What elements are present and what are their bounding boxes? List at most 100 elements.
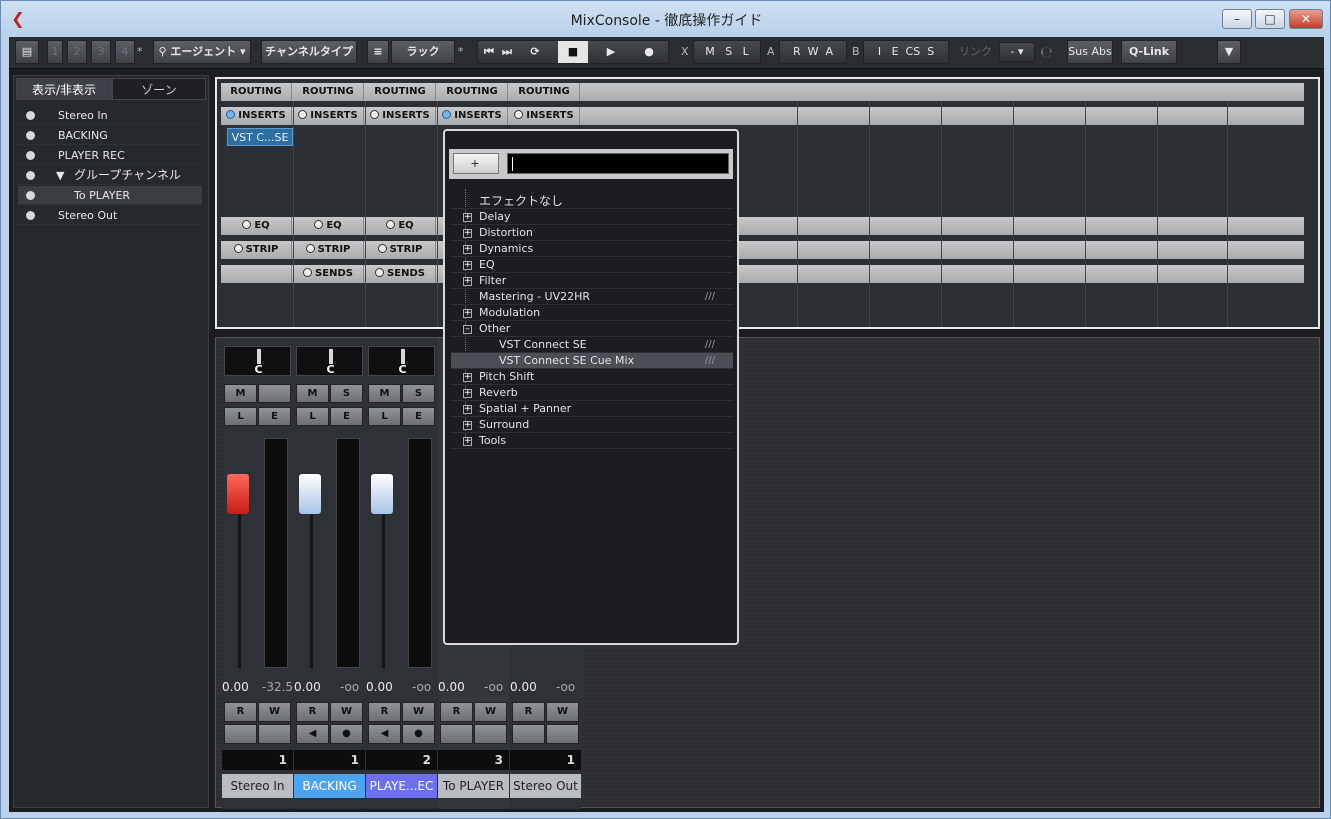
sends-toggle-icon[interactable]: [303, 267, 313, 277]
expand-plus-icon[interactable]: +: [463, 229, 472, 238]
routing-cell[interactable]: ROUTING: [509, 83, 580, 101]
mute-button[interactable]: M: [368, 384, 401, 403]
mute-all-button[interactable]: M: [705, 45, 715, 58]
inserts-toggle-icon[interactable]: [514, 109, 524, 119]
read-button[interactable]: R: [296, 702, 329, 722]
record-icon[interactable]: ●: [634, 41, 664, 63]
effect-category-item[interactable]: + Pitch Shift: [451, 369, 733, 385]
visibility-item-backing[interactable]: BACKING: [18, 126, 202, 145]
visibility-dot-icon[interactable]: [26, 151, 35, 160]
read-button[interactable]: R: [368, 702, 401, 722]
record-enable-icon[interactable]: ●: [402, 724, 435, 744]
expand-collapse-buttons[interactable]: + -: [453, 153, 499, 189]
meter-peak-value[interactable]: -oo: [340, 678, 359, 696]
fader-value[interactable]: 0.00: [294, 678, 321, 696]
inserts-cell[interactable]: INSERTS: [365, 107, 436, 125]
routing-cell[interactable]: ROUTING: [293, 83, 364, 101]
fader-handle[interactable]: [371, 474, 393, 514]
link-e-icon[interactable]: ℮: [1040, 40, 1053, 64]
inserts-active-icon[interactable]: [442, 109, 452, 119]
expand-plus-icon[interactable]: +: [463, 245, 472, 254]
page-2-button[interactable]: 2: [67, 40, 87, 64]
effect-category-item[interactable]: + EQ: [451, 257, 733, 273]
rack-button[interactable]: ラック: [391, 40, 455, 64]
page-3-button[interactable]: 3: [91, 40, 111, 64]
mute-button[interactable]: M: [296, 384, 329, 403]
inserts-active-icon[interactable]: [226, 109, 236, 119]
write-button[interactable]: W: [402, 702, 435, 722]
eq-cell[interactable]: EQ: [365, 217, 436, 235]
expand-plus-icon[interactable]: +: [463, 421, 472, 430]
mute-button[interactable]: M: [224, 384, 257, 403]
record-enable-icon[interactable]: ●: [330, 724, 363, 744]
channel-type-button[interactable]: チャンネルタイプ: [261, 40, 357, 64]
expand-plus-icon[interactable]: +: [463, 213, 472, 222]
routing-cell[interactable]: ROUTING: [437, 83, 508, 101]
insert-slot-vst-connect[interactable]: VST C...SE: [227, 128, 293, 146]
rack-menu-icon[interactable]: ≡: [367, 40, 389, 64]
more-dropdown-icon[interactable]: ▼: [1217, 40, 1241, 64]
sends-cell[interactable]: SENDS: [365, 265, 436, 283]
strip-cell[interactable]: STRIP: [365, 241, 436, 259]
edit-button[interactable]: E: [258, 407, 291, 426]
channel-name[interactable]: Stereo In: [222, 774, 293, 798]
meter-peak-value[interactable]: -oo: [484, 678, 503, 696]
strip-toggle-icon[interactable]: [377, 243, 387, 253]
expand-plus-icon[interactable]: +: [463, 309, 472, 318]
effect-category-item[interactable]: + Tools: [451, 433, 733, 449]
meter-peak-value[interactable]: -32.5: [262, 678, 293, 696]
solo-button[interactable]: S: [330, 384, 363, 403]
write-button[interactable]: W: [330, 702, 363, 722]
fader-handle[interactable]: [299, 474, 321, 514]
eq-toggle-icon[interactable]: [386, 219, 396, 229]
expand-plus-icon[interactable]: +: [463, 373, 472, 382]
write-button[interactable]: W: [258, 702, 291, 722]
left-zone-toggle-button[interactable]: ▤: [15, 40, 39, 64]
visibility-dot-icon[interactable]: [26, 131, 35, 140]
effect-none-item[interactable]: エフェクトなし: [451, 193, 733, 209]
page-1-button[interactable]: 1: [47, 40, 63, 64]
channel-name[interactable]: BACKING: [294, 774, 365, 798]
bypass-eq-button[interactable]: E: [892, 45, 899, 58]
speaker-icon[interactable]: ◀: [296, 724, 329, 744]
inserts-cell[interactable]: INSERTS: [509, 107, 580, 125]
eq-toggle-icon[interactable]: [242, 219, 252, 229]
effect-category-item[interactable]: + Delay: [451, 209, 733, 225]
pan-control[interactable]: C: [224, 346, 291, 376]
visibility-item-to-player[interactable]: To PLAYER: [18, 186, 202, 205]
eq-toggle-icon[interactable]: [314, 219, 324, 229]
visibility-item-stereo-out[interactable]: Stereo Out: [18, 206, 202, 225]
solo-button[interactable]: [258, 384, 291, 403]
routing-cell[interactable]: ROUTING: [221, 83, 292, 101]
sus-abs-button[interactable]: Sus Abs: [1067, 40, 1113, 64]
inserts-cell[interactable]: INSERTS: [221, 107, 292, 125]
eq-cell[interactable]: EQ: [221, 217, 292, 235]
go-to-start-icon[interactable]: ⏮: [482, 41, 496, 63]
strip-toggle-icon[interactable]: [305, 243, 315, 253]
stop-icon[interactable]: ■: [558, 41, 588, 63]
go-to-end-icon[interactable]: ⏭: [500, 41, 514, 63]
bypass-cs-button[interactable]: CS: [906, 45, 921, 58]
read-button[interactable]: R: [224, 702, 257, 722]
visibility-dot-icon[interactable]: [26, 191, 35, 200]
cycle-icon[interactable]: ⟳: [522, 41, 548, 63]
expand-plus-icon[interactable]: +: [463, 277, 472, 286]
qlink-button[interactable]: Q-Link: [1121, 40, 1177, 64]
inserts-cell[interactable]: INSERTS: [437, 107, 508, 125]
expand-plus-icon[interactable]: +: [463, 261, 472, 270]
inserts-cell[interactable]: INSERTS: [293, 107, 364, 125]
meter-peak-value[interactable]: -oo: [412, 678, 431, 696]
visibility-dot-icon[interactable]: [26, 171, 35, 180]
write-all-button[interactable]: W: [808, 45, 819, 58]
fader-value[interactable]: 0.00: [366, 678, 393, 696]
speaker-icon[interactable]: ◀: [368, 724, 401, 744]
bypass-inserts-button[interactable]: I: [878, 45, 881, 58]
bypass-sends-button[interactable]: S: [927, 45, 934, 58]
effect-plugin-item-selected[interactable]: VST Connect SE Cue Mix ///: [451, 353, 733, 369]
listen-all-button[interactable]: L: [743, 45, 749, 58]
effect-plugin-item[interactable]: VST Connect SE ///: [451, 337, 733, 353]
tab-zones[interactable]: ゾーン: [112, 78, 206, 100]
visibility-dot-icon[interactable]: [26, 211, 35, 220]
fader-handle[interactable]: [227, 474, 249, 514]
pan-control[interactable]: C: [296, 346, 363, 376]
